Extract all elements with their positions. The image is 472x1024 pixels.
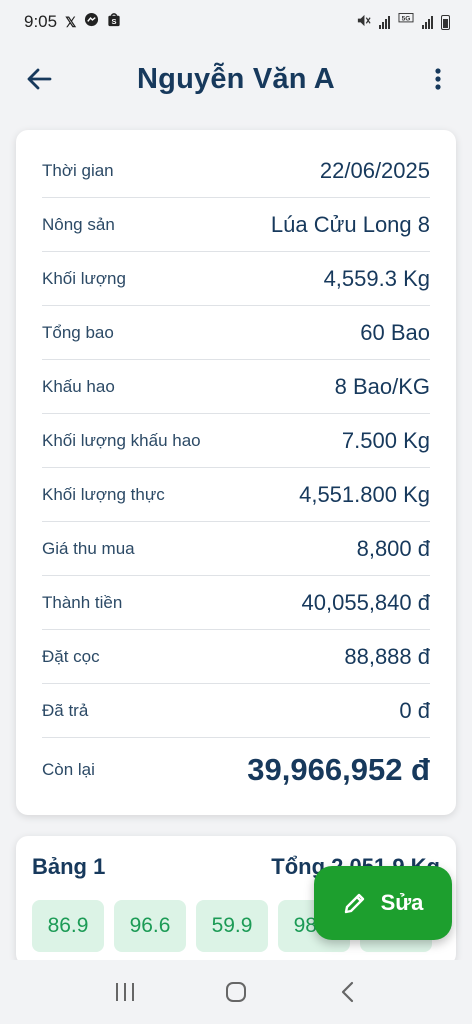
detail-value: 8 Bao/KG bbox=[334, 373, 430, 399]
detail-row-product: Nông sản Lúa Cửu Long 8 bbox=[42, 198, 430, 252]
battery-icon bbox=[441, 14, 450, 30]
detail-row-amount: Thành tiền 40,055,840 đ bbox=[42, 576, 430, 630]
svg-text:S: S bbox=[112, 17, 117, 26]
system-nav-bar bbox=[0, 960, 472, 1024]
status-bar: 9:05 𝕏 S 5G bbox=[0, 0, 472, 44]
detail-value: 7.500 Kg bbox=[341, 427, 430, 453]
home-icon bbox=[225, 982, 246, 1002]
pencil-icon bbox=[344, 893, 364, 914]
recent-apps-button[interactable] bbox=[95, 970, 155, 1014]
table-title: Bảng 1 bbox=[32, 854, 106, 879]
detail-row-price: Giá thu mua 8,800 đ bbox=[42, 522, 430, 576]
detail-row-deposit: Đặt cọc 88,888 đ bbox=[42, 630, 430, 684]
detail-row-time: Thời gian 22/06/2025 bbox=[42, 144, 430, 198]
arrow-left-icon bbox=[27, 68, 52, 90]
detail-row-deduction: Khấu hao 8 Bao/KG bbox=[42, 360, 430, 414]
transaction-detail-card: Thời gian 22/06/2025 Nông sản Lúa Cửu Long… bbox=[16, 130, 456, 815]
detail-label: Giá thu mua bbox=[42, 538, 135, 558]
detail-value: 22/06/2025 bbox=[319, 157, 430, 183]
more-options-button[interactable] bbox=[426, 62, 450, 96]
home-button[interactable] bbox=[206, 970, 266, 1014]
detail-value: 8,800 đ bbox=[356, 535, 430, 561]
detail-row-total-bags: Tổng bao 60 Bao bbox=[42, 306, 430, 360]
back-button[interactable] bbox=[22, 62, 56, 96]
status-time: 9:05 bbox=[24, 12, 58, 31]
app-header: Nguyễn Văn A bbox=[0, 44, 472, 114]
signal-icon bbox=[422, 15, 433, 29]
edit-button[interactable]: Sửa bbox=[314, 866, 452, 940]
detail-label: Khấu hao bbox=[42, 376, 115, 396]
svg-text:5G: 5G bbox=[402, 16, 411, 23]
detail-label: Khối lượng khấu hao bbox=[42, 430, 201, 450]
detail-row-weight: Khối lượng 4,559.3 Kg bbox=[42, 252, 430, 306]
detail-value: Lúa Cửu Long 8 bbox=[270, 211, 430, 237]
shop-icon: S bbox=[107, 12, 121, 32]
detail-label: Nông sản bbox=[42, 214, 115, 234]
5g-icon: 5G bbox=[398, 13, 414, 31]
weight-chip[interactable]: 96.6 bbox=[114, 900, 186, 952]
weight-chip[interactable]: 59.9 bbox=[196, 900, 268, 952]
detail-value: 88,888 đ bbox=[344, 643, 430, 669]
detail-label: Còn lại bbox=[42, 760, 95, 779]
more-vertical-icon bbox=[435, 68, 441, 90]
detail-row-paid: Đã trả 0 đ bbox=[42, 684, 430, 738]
mute-icon bbox=[356, 13, 371, 31]
detail-label: Khối lượng bbox=[42, 268, 126, 288]
messenger-icon bbox=[84, 12, 99, 32]
detail-row-remaining: Còn lại 39,966,952 đ bbox=[42, 738, 430, 802]
chevron-left-icon bbox=[341, 981, 353, 1003]
x-icon: 𝕏 bbox=[65, 13, 77, 30]
detail-label: Thời gian bbox=[42, 160, 114, 180]
detail-value: 4,551.800 Kg bbox=[299, 481, 430, 507]
signal-icon bbox=[379, 15, 390, 29]
detail-label: Khối lượng thực bbox=[42, 484, 165, 504]
edit-button-label: Sửa bbox=[380, 890, 424, 915]
page-title: Nguyễn Văn A bbox=[137, 62, 335, 95]
weight-chip[interactable]: 86.9 bbox=[32, 900, 104, 952]
recent-apps-icon bbox=[116, 983, 135, 1001]
detail-value: 0 đ bbox=[399, 697, 430, 723]
detail-value: 60 Bao bbox=[360, 319, 430, 345]
remaining-amount: 39,966,952 đ bbox=[247, 752, 430, 787]
detail-label: Đặt cọc bbox=[42, 646, 100, 666]
system-back-button[interactable] bbox=[317, 970, 377, 1014]
detail-label: Thành tiền bbox=[42, 592, 123, 612]
detail-value: 40,055,840 đ bbox=[301, 589, 430, 615]
detail-value: 4,559.3 Kg bbox=[323, 265, 430, 291]
detail-row-deduction-weight: Khối lượng khấu hao 7.500 Kg bbox=[42, 414, 430, 468]
detail-label: Tổng bao bbox=[42, 322, 114, 342]
detail-row-net-weight: Khối lượng thực 4,551.800 Kg bbox=[42, 468, 430, 522]
detail-label: Đã trả bbox=[42, 700, 89, 720]
